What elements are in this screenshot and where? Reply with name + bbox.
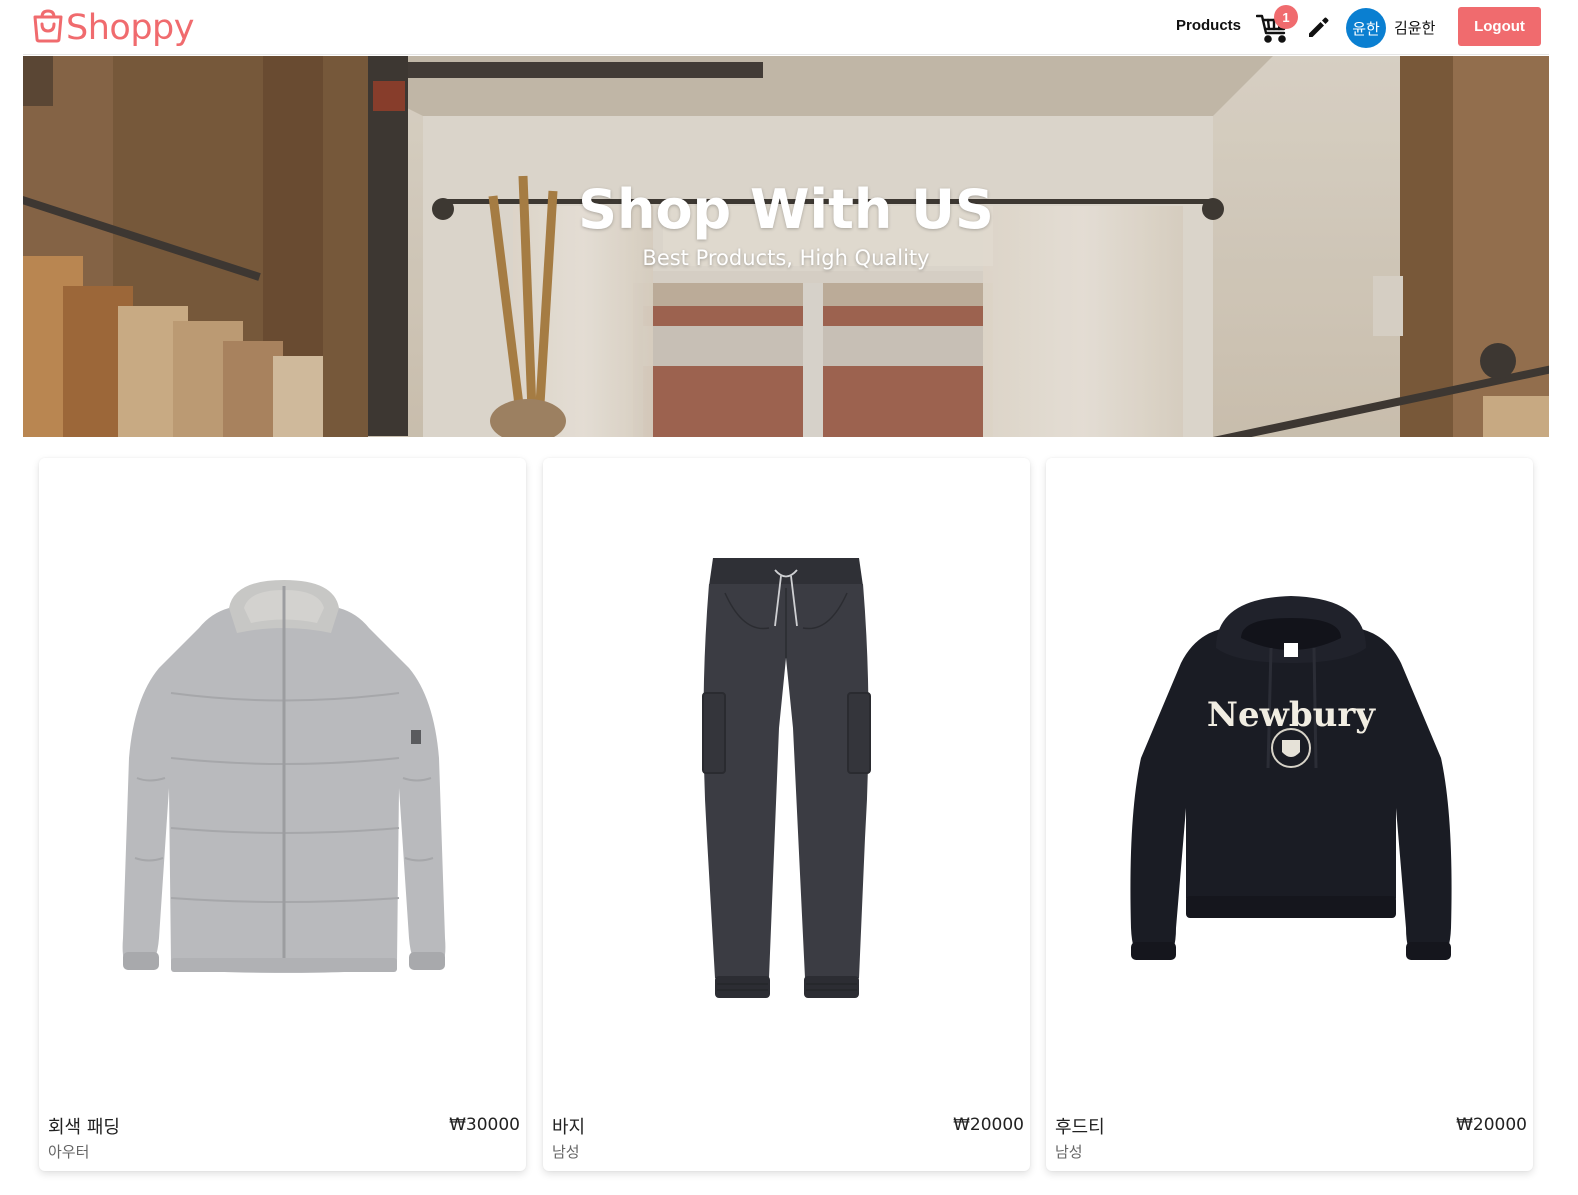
edit-product-button[interactable] — [1306, 14, 1332, 40]
cart-button[interactable]: 1 — [1256, 5, 1298, 44]
cart-count-badge: 1 — [1274, 5, 1298, 29]
product-name: 후드티 — [1055, 1117, 1105, 1138]
user-avatar: 윤한 — [1346, 8, 1386, 48]
product-category: 남성 — [552, 1143, 580, 1161]
product-price: ₩20000 — [1456, 1115, 1527, 1135]
product-name: 바지 — [552, 1117, 586, 1138]
top-navbar: Shoppy Products 1 윤한 김윤한 Logout — [23, 0, 1549, 55]
product-image-black-newbury-hoodie: Newbury — [1046, 458, 1533, 1098]
shopping-bag-icon — [31, 8, 65, 48]
product-price: ₩30000 — [449, 1115, 520, 1135]
banner-title: Shop With US — [578, 178, 994, 241]
product-name: 회색 패딩 — [48, 1117, 120, 1138]
username-label: 김윤한 — [1394, 19, 1436, 37]
logout-button[interactable]: Logout — [1458, 7, 1541, 46]
logo-text: Shoppy — [66, 7, 194, 48]
banner-subtitle: Best Products, High Quality — [642, 246, 930, 270]
product-card[interactable]: 회색 패딩 ₩30000 아우터 — [39, 458, 526, 1171]
product-image-dark-cargo-pants — [543, 458, 1030, 1098]
product-category: 남성 — [1055, 1143, 1083, 1161]
product-price: ₩20000 — [953, 1115, 1024, 1135]
product-card[interactable]: Newbury 후드티 ₩20000 남성 — [1046, 458, 1533, 1171]
home-logo-link[interactable]: Shoppy — [31, 7, 194, 49]
hero-banner: Shop With US Best Products, High Quality — [23, 56, 1549, 437]
product-image-gray-puffer-jacket — [39, 458, 526, 1098]
product-category: 아우터 — [48, 1143, 90, 1161]
pencil-icon — [1306, 17, 1332, 44]
product-card[interactable]: 바지 ₩20000 남성 — [543, 458, 1030, 1171]
products-nav-link[interactable]: Products — [1176, 17, 1241, 34]
